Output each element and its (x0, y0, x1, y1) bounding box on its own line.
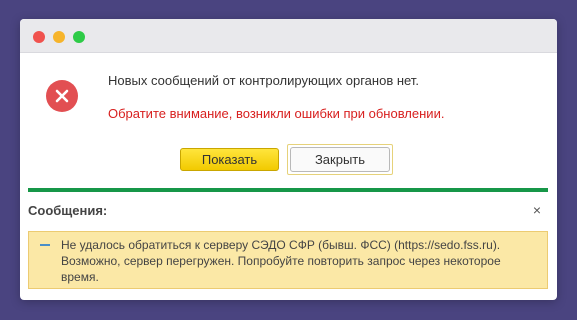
error-warning-message: Обратите внимание, возникли ошибки при о… (108, 106, 445, 121)
dash-icon (40, 244, 50, 246)
status-message: Новых сообщений от контролирующих органо… (108, 73, 419, 88)
window-close-control[interactable] (33, 31, 45, 43)
show-button[interactable]: Показать (180, 148, 279, 171)
dialog-window: Новых сообщений от контролирующих органо… (20, 19, 557, 300)
close-messages-icon[interactable]: × (529, 202, 545, 218)
title-bar (20, 19, 557, 53)
notice-text: Не удалось обратиться к серверу СЭДО СФР… (61, 238, 501, 284)
section-divider (28, 188, 548, 192)
message-notice: Не удалось обратиться к серверу СЭДО СФР… (28, 231, 548, 289)
window-maximize-control[interactable] (73, 31, 85, 43)
messages-title: Сообщения: (28, 203, 108, 218)
close-button[interactable]: Закрыть (290, 147, 390, 172)
error-icon (46, 80, 78, 112)
window-minimize-control[interactable] (53, 31, 65, 43)
